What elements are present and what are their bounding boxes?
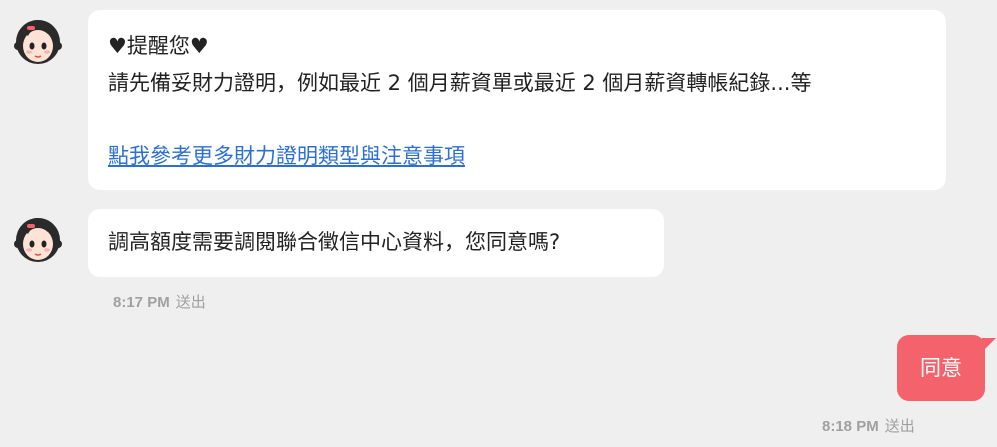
financial-proof-link[interactable]: 點我參考更多財力證明類型與注意事項 bbox=[108, 144, 465, 168]
bot-avatar-icon bbox=[10, 12, 66, 68]
message-status: 送出 bbox=[884, 418, 915, 435]
bot-avatar-icon bbox=[10, 210, 66, 266]
bot-message-reminder: ♥提醒您♥ 請先備妥財力證明，例如最近 2 個月薪資單或最近 2 個月薪資轉帳紀… bbox=[88, 10, 946, 190]
reminder-title: ♥提醒您♥ bbox=[108, 34, 209, 58]
message-meta: 8:18 PM 送出 bbox=[822, 415, 915, 436]
message-meta: 8:17 PM 送出 bbox=[113, 291, 206, 312]
bot-message-consent-question: 調高額度需要調閱聯合徵信中心資料，您同意嗎? bbox=[88, 209, 664, 277]
message-time: 8:17 PM bbox=[113, 294, 170, 311]
user-message-text: 同意 bbox=[920, 356, 962, 380]
consent-question-text: 調高額度需要調閱聯合徵信中心資料，您同意嗎? bbox=[108, 230, 561, 254]
user-message-agree: 同意 bbox=[897, 335, 985, 401]
message-time: 8:18 PM bbox=[822, 418, 879, 435]
message-status: 送出 bbox=[175, 294, 206, 311]
reminder-body: 請先備妥財力證明，例如最近 2 個月薪資單或最近 2 個月薪資轉帳紀錄...等 bbox=[108, 71, 812, 95]
